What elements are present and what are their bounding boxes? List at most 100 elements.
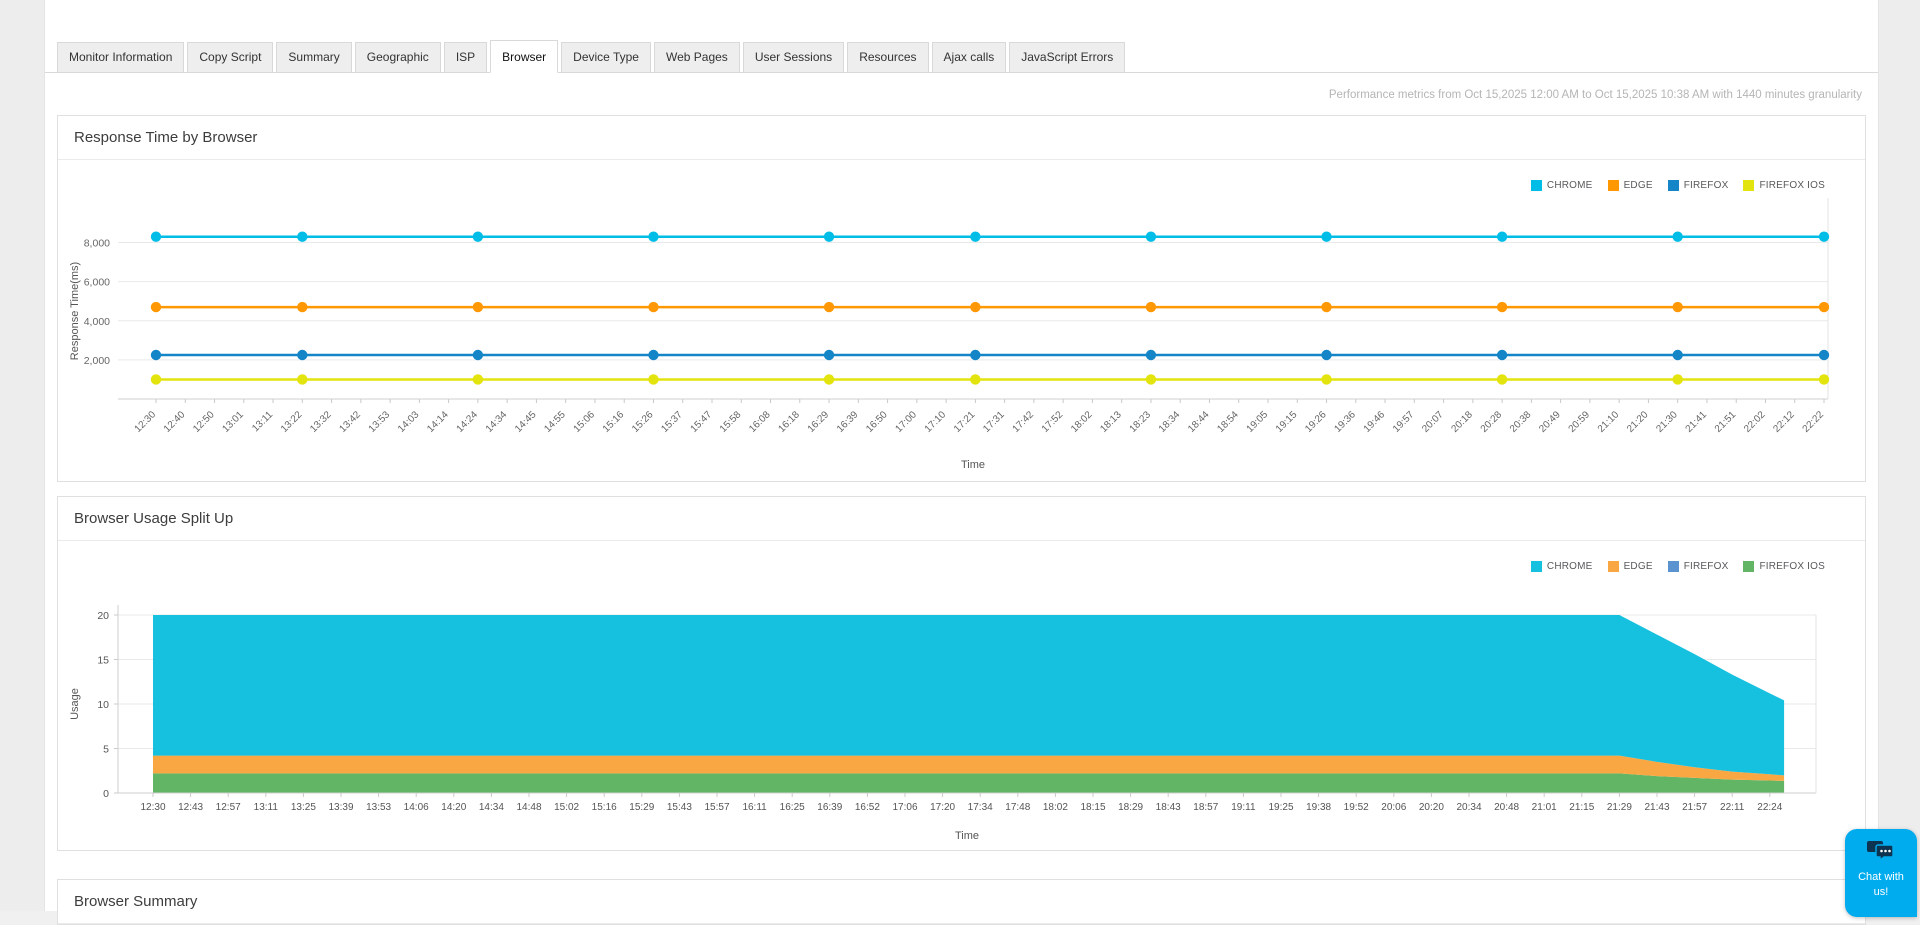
svg-text:14:06: 14:06	[404, 802, 429, 813]
svg-text:14:24: 14:24	[455, 409, 481, 435]
usage-legend: CHROME EDGE FIREFOX FIREFOX IOS	[1531, 561, 1825, 572]
usage-chart-area: CHROMEEDGEFIREFOXFIREFOX IOS 0510152012:…	[58, 541, 1865, 850]
svg-text:19:25: 19:25	[1268, 802, 1293, 813]
svg-text:21:41: 21:41	[1684, 409, 1710, 435]
legend-label: CHROME	[1547, 561, 1593, 572]
legend-swatch-firefox	[1668, 180, 1679, 191]
svg-text:19:52: 19:52	[1344, 802, 1369, 813]
tab-ajax-calls[interactable]: Ajax calls	[932, 42, 1007, 73]
svg-text:13:42: 13:42	[337, 409, 363, 435]
legend-item-firefox[interactable]: FIREFOX	[1668, 561, 1729, 572]
svg-text:20:18: 20:18	[1449, 409, 1475, 435]
svg-text:15:16: 15:16	[601, 409, 627, 435]
svg-text:Response Time(ms): Response Time(ms)	[69, 262, 81, 360]
svg-text:4,000: 4,000	[84, 316, 110, 328]
tab-web-pages[interactable]: Web Pages	[654, 42, 740, 73]
svg-text:16:52: 16:52	[855, 802, 880, 813]
legend-item-edge[interactable]: EDGE	[1608, 561, 1653, 572]
legend-item-edge[interactable]: EDGE	[1608, 180, 1653, 191]
svg-text:16:18: 16:18	[776, 409, 802, 435]
svg-text:19:36: 19:36	[1332, 409, 1358, 435]
tab-geographic[interactable]: Geographic	[355, 42, 441, 73]
svg-text:16:25: 16:25	[780, 802, 805, 813]
svg-text:15:26: 15:26	[630, 409, 656, 435]
response-time-legend: CHROME EDGE FIREFOX FIREFOX IOS	[1531, 180, 1825, 191]
svg-text:19:15: 19:15	[1274, 409, 1300, 435]
svg-text:16:39: 16:39	[835, 409, 861, 435]
legend-label: CHROME	[1547, 180, 1593, 191]
response-time-chart: 2,0004,0006,0008,00012:3012:4012:5013:01…	[64, 162, 1859, 479]
svg-text:13:01: 13:01	[220, 409, 246, 435]
svg-text:15:58: 15:58	[718, 409, 744, 435]
tab-browser[interactable]: Browser	[490, 40, 558, 73]
tab-device-type[interactable]: Device Type	[561, 42, 651, 73]
svg-text:22:22: 22:22	[1801, 409, 1827, 435]
svg-text:21:15: 21:15	[1569, 802, 1594, 813]
svg-text:2,000: 2,000	[84, 355, 110, 367]
chat-widget[interactable]: Chat with us!	[1845, 829, 1917, 917]
tab-copy-script[interactable]: Copy Script	[187, 42, 273, 73]
svg-text:21:29: 21:29	[1607, 802, 1632, 813]
tab-isp[interactable]: ISP	[444, 42, 487, 73]
svg-text:21:57: 21:57	[1682, 802, 1707, 813]
svg-text:17:52: 17:52	[1040, 409, 1066, 435]
svg-text:6,000: 6,000	[84, 277, 110, 289]
svg-text:13:11: 13:11	[254, 802, 279, 813]
svg-text:20:06: 20:06	[1381, 802, 1406, 813]
svg-text:16:39: 16:39	[817, 802, 842, 813]
legend-item-firefox[interactable]: FIREFOX	[1668, 180, 1729, 191]
legend-item-firefox-ios[interactable]: FIREFOX IOS	[1743, 180, 1825, 191]
svg-text:22:12: 22:12	[1771, 409, 1797, 435]
svg-text:15:06: 15:06	[572, 409, 598, 435]
legend-item-firefox-ios[interactable]: FIREFOX IOS	[1743, 561, 1825, 572]
svg-text:19:46: 19:46	[1362, 409, 1388, 435]
tab-javascript-errors[interactable]: JavaScript Errors	[1009, 42, 1125, 73]
svg-text:14:45: 14:45	[513, 409, 539, 435]
tab-user-sessions[interactable]: User Sessions	[743, 42, 844, 73]
svg-text:19:57: 19:57	[1391, 409, 1417, 435]
svg-text:12:30: 12:30	[133, 409, 159, 435]
svg-text:18:54: 18:54	[1215, 409, 1241, 435]
left-gutter	[0, 0, 45, 911]
legend-label: FIREFOX IOS	[1759, 180, 1825, 191]
svg-text:17:34: 17:34	[968, 802, 993, 813]
svg-text:12:57: 12:57	[216, 802, 241, 813]
svg-text:21:43: 21:43	[1644, 802, 1669, 813]
tab-monitor-information[interactable]: Monitor Information	[57, 42, 184, 73]
svg-text:18:15: 18:15	[1080, 802, 1105, 813]
svg-text:18:13: 18:13	[1098, 409, 1124, 435]
svg-text:17:48: 17:48	[1005, 802, 1030, 813]
legend-swatch-edge	[1608, 180, 1619, 191]
response-time-chart-area: CHROME EDGE FIREFOX FIREFOX IOS 2,000 4,000 6…	[58, 160, 1865, 481]
svg-text:14:55: 14:55	[542, 409, 568, 435]
svg-text:17:10: 17:10	[923, 409, 949, 435]
svg-text:13:25: 13:25	[291, 802, 316, 813]
svg-text:13:22: 13:22	[279, 409, 305, 435]
svg-text:19:11: 19:11	[1231, 802, 1256, 813]
svg-text:5: 5	[103, 744, 109, 756]
legend-item-chrome[interactable]: CHROME	[1531, 180, 1593, 191]
svg-text:19:38: 19:38	[1306, 802, 1331, 813]
svg-text:17:21: 17:21	[952, 409, 978, 435]
svg-text:12:43: 12:43	[178, 802, 203, 813]
svg-text:17:31: 17:31	[981, 409, 1007, 435]
chat-label: Chat with us!	[1845, 868, 1917, 900]
svg-text:14:20: 14:20	[441, 802, 466, 813]
svg-text:22:24: 22:24	[1757, 802, 1782, 813]
main-content: Monitor InformationCopy ScriptSummaryGeo…	[45, 0, 1878, 911]
svg-text:14:03: 14:03	[396, 409, 422, 435]
legend-swatch-firefox-ios	[1743, 180, 1754, 191]
browser-summary-panel-title: Browser Summary	[58, 880, 1865, 924]
svg-text:12:50: 12:50	[191, 409, 217, 435]
svg-text:16:11: 16:11	[742, 802, 767, 813]
legend-label: FIREFOX	[1684, 561, 1729, 572]
legend-label: FIREFOX	[1684, 180, 1729, 191]
svg-text:14:14: 14:14	[425, 409, 451, 435]
tab-resources[interactable]: Resources	[847, 42, 928, 73]
tab-summary[interactable]: Summary	[276, 42, 351, 73]
legend-item-chrome[interactable]: CHROME	[1531, 561, 1593, 572]
svg-text:21:51: 21:51	[1713, 409, 1739, 435]
svg-text:15:57: 15:57	[704, 802, 729, 813]
legend-swatch-firefox-ios	[1743, 561, 1754, 572]
tab-bar: Monitor InformationCopy ScriptSummaryGeo…	[45, 0, 1878, 73]
